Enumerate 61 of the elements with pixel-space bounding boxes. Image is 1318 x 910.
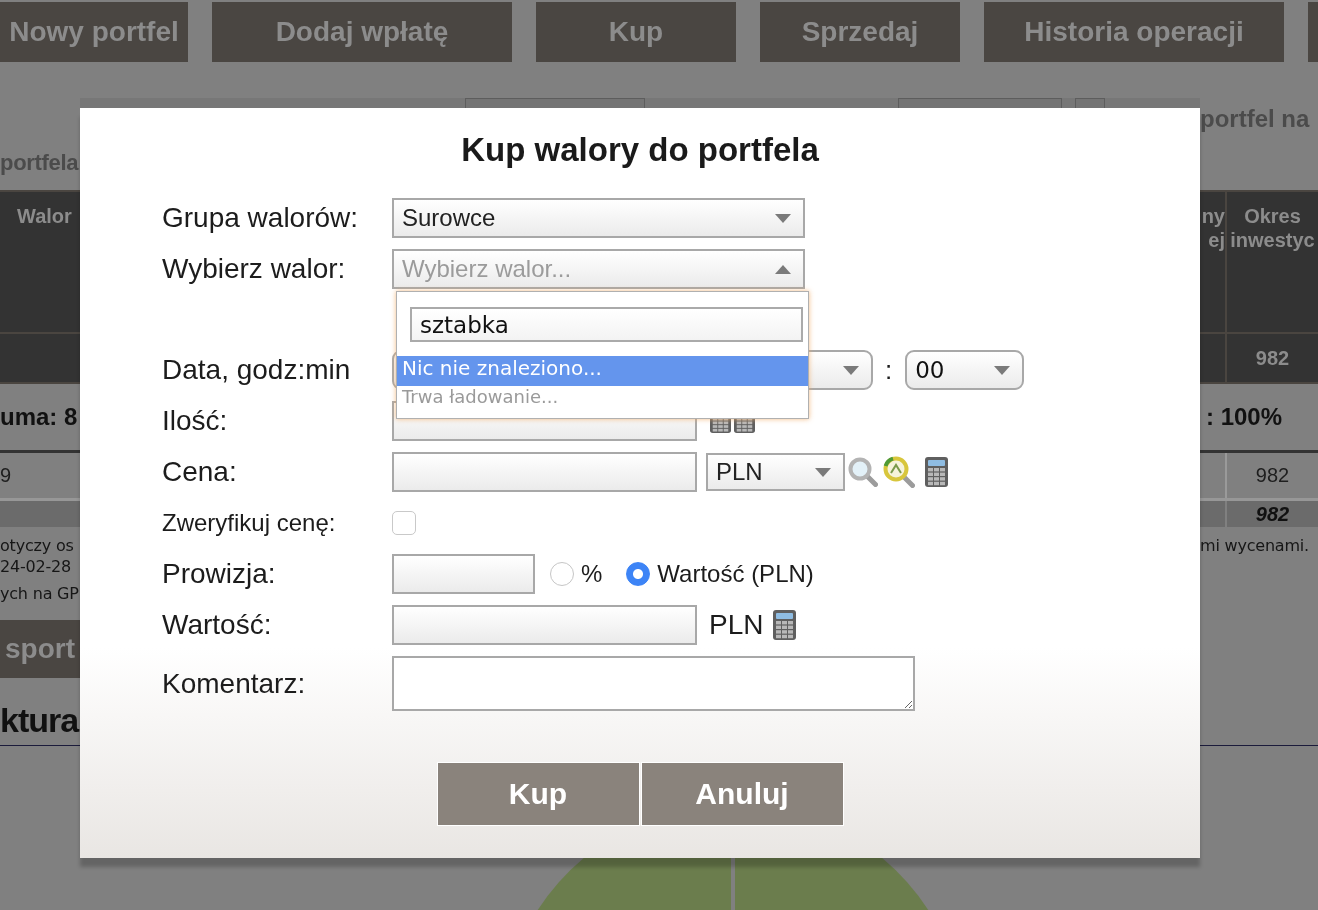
field-label: Cena:: [162, 456, 238, 488]
summary-text: : 100%: [1206, 402, 1283, 432]
dropdown-option[interactable]: Nic nie znaleziono...: [397, 356, 808, 386]
checkbox[interactable]: [392, 511, 416, 535]
summary-text: uma: 8: [0, 402, 78, 432]
input-field[interactable]: [1075, 98, 1105, 108]
radio-button[interactable]: [550, 562, 574, 586]
nav-button[interactable]: Sprzedaj: [760, 2, 960, 62]
input-field[interactable]: [392, 605, 697, 645]
caret-icon: [994, 365, 1011, 375]
radio-label[interactable]: Wartość (PLN): [657, 560, 814, 588]
nav-button[interactable]: Dodaj wpłatę: [212, 2, 512, 62]
caret-icon: [775, 213, 791, 223]
currency-select[interactable]: PLN: [706, 453, 845, 491]
table-cell-text: 982: [1255, 463, 1290, 488]
calculator-icon[interactable]: [925, 457, 948, 487]
time-separator: :: [885, 354, 893, 386]
field-label: Prowizja:: [162, 558, 277, 590]
nav-button[interactable]: Kup: [536, 2, 736, 62]
column-header: Walor: [17, 204, 72, 228]
radio-button[interactable]: [626, 562, 651, 586]
magnifier-chart-icon[interactable]: [883, 456, 915, 488]
table-cell-text: 9: [0, 463, 12, 488]
nav-button[interactable]: Historia operacji: [984, 2, 1284, 62]
field-label: Komentarz:: [162, 667, 307, 700]
nav-button[interactable]: Nowy portfel: [0, 2, 188, 62]
input-field[interactable]: [898, 98, 1062, 108]
combo-select[interactable]: Wybierz walor...: [392, 249, 805, 289]
field-label: Zweryfikuj cenę:: [162, 508, 337, 538]
field-label: Data, godz:min: [162, 354, 352, 386]
comment-field[interactable]: [392, 656, 915, 711]
section-heading: ktura: [0, 700, 79, 741]
note-text: otyczy os: [0, 535, 74, 556]
dialog-button[interactable]: Kup: [437, 763, 639, 825]
field-label: Ilość:: [162, 405, 229, 437]
field-label: Wybierz walor:: [162, 253, 347, 285]
field-label: Grupa walorów:: [162, 202, 360, 234]
select-field[interactable]: Surowce: [392, 198, 805, 238]
action-button[interactable]: sport: [0, 620, 80, 678]
caret-icon: [815, 467, 831, 477]
search-field[interactable]: sztabka: [410, 307, 803, 342]
note-text: ych na GP: [0, 583, 79, 604]
unit-label: PLN: [709, 609, 764, 641]
caret-icon: [775, 264, 791, 274]
table-cell-text: 982: [1255, 502, 1290, 527]
calculator-icon[interactable]: [773, 610, 797, 640]
column-header: ny ej: [1200, 204, 1225, 252]
dialog-title: Kup walory do portfela: [460, 130, 820, 170]
field-label: Wartość:: [162, 609, 273, 641]
note-text: mi wycenami.: [1200, 535, 1309, 556]
note-text: 24-02-28: [0, 556, 72, 577]
table-cell-text: 982: [1255, 346, 1290, 371]
input-field[interactable]: [392, 452, 697, 492]
minute-select[interactable]: 00: [905, 350, 1025, 390]
input-field[interactable]: [465, 98, 645, 108]
column-header: Okres inwestyc: [1229, 204, 1316, 252]
search-icon[interactable]: [848, 457, 878, 487]
radio-label[interactable]: %: [581, 560, 603, 588]
input-field[interactable]: [392, 554, 535, 594]
caret-icon: [843, 365, 859, 375]
dialog-button[interactable]: Anuluj: [641, 763, 843, 825]
